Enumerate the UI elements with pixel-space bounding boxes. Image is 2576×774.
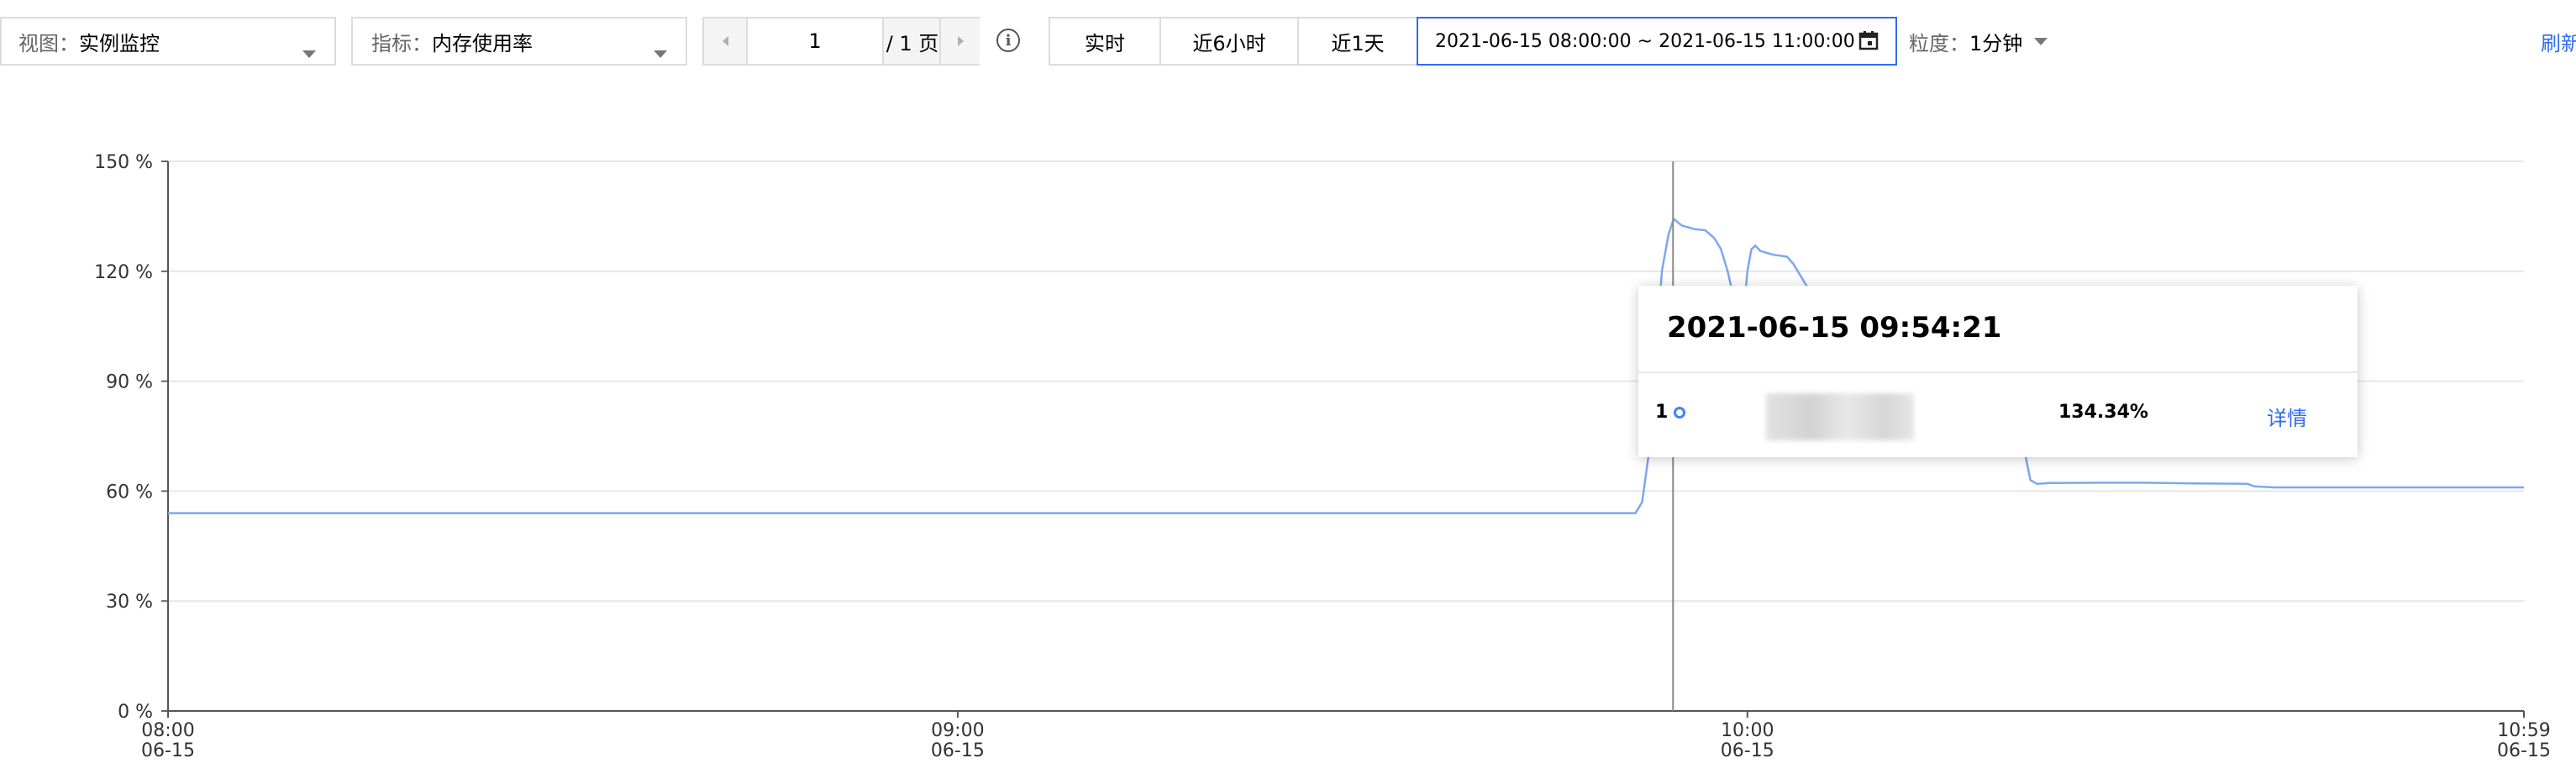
chevron-left-icon xyxy=(722,36,728,46)
y-tick-label: 120 % xyxy=(94,262,153,283)
time-button-1d[interactable]: 近1天 xyxy=(1297,17,1418,66)
next-page-button[interactable] xyxy=(939,18,980,64)
x-tick-label-time: 09:00 xyxy=(931,720,984,741)
granularity-dropdown[interactable]: 粒度： 1分钟 xyxy=(1909,17,2048,66)
calendar-icon xyxy=(1858,30,1879,50)
view-dropdown-value: 实例监控 xyxy=(79,31,160,55)
redacted-instance-name xyxy=(1766,393,1914,440)
view-dropdown-label: 视图： xyxy=(18,31,79,55)
caret-down-icon xyxy=(302,50,316,58)
tooltip-detail-link[interactable]: 详情 xyxy=(2267,402,2307,431)
view-dropdown[interactable]: 视图： 实例监控 xyxy=(0,17,336,66)
time-button-6h[interactable]: 近6小时 xyxy=(1159,17,1299,66)
x-tick-label-time: 10:00 xyxy=(1721,720,1774,741)
x-tick-label-time: 08:00 xyxy=(141,720,194,741)
x-tick-label-date: 06-15 xyxy=(141,740,195,761)
granularity-value: 1分钟 xyxy=(1969,31,2023,55)
x-tick-label-date: 06-15 xyxy=(1721,740,1774,761)
refresh-link[interactable]: 刷新 xyxy=(2541,17,2576,66)
chart-tooltip: 2021-06-15 09:54:21 1 134.34% 详情 xyxy=(1638,286,2358,457)
y-tick-label: 30 % xyxy=(106,592,153,613)
x-tick-label-date: 06-15 xyxy=(931,740,985,761)
pager: 1 / 1 页 xyxy=(702,17,980,66)
tooltip-value: 134.34% xyxy=(2058,402,2148,423)
chevron-right-icon xyxy=(957,36,964,46)
metric-dropdown-label: 指标： xyxy=(371,31,432,55)
date-range-value: 2021-06-15 08:00:00 ~ 2021-06-15 11:00:0… xyxy=(1435,30,1855,52)
x-tick-label-date: 06-15 xyxy=(2497,740,2551,761)
page-input[interactable]: 1 xyxy=(748,18,882,64)
granularity-label: 粒度： xyxy=(1909,31,1969,55)
y-tick-label: 60 % xyxy=(106,482,153,503)
series-marker-icon xyxy=(1674,407,1685,419)
tooltip-title: 2021-06-15 09:54:21 xyxy=(1667,311,2002,345)
tooltip-series-index: 1 xyxy=(1655,402,1669,423)
time-button-realtime[interactable]: 实时 xyxy=(1049,17,1161,66)
page-total: / 1 页 xyxy=(882,18,941,64)
info-icon[interactable]: i xyxy=(996,29,1020,52)
toolbar: 视图： 实例监控 指标： 内存使用率 1 / 1 页 i 实时 近6小时 近1天… xyxy=(0,0,2576,74)
x-tick-label-time: 10:59 xyxy=(2497,720,2550,741)
prev-page-button[interactable] xyxy=(704,18,748,64)
metric-dropdown-value: 内存使用率 xyxy=(432,31,533,55)
y-tick-label: 90 % xyxy=(106,372,153,393)
caret-down-icon xyxy=(654,50,667,58)
date-range-picker[interactable]: 2021-06-15 08:00:00 ~ 2021-06-15 11:00:0… xyxy=(1417,17,1897,66)
caret-down-icon xyxy=(2034,37,2048,45)
y-tick-label: 150 % xyxy=(94,152,153,173)
metric-dropdown[interactable]: 指标： 内存使用率 xyxy=(351,17,687,66)
tooltip-divider xyxy=(1638,371,2358,373)
